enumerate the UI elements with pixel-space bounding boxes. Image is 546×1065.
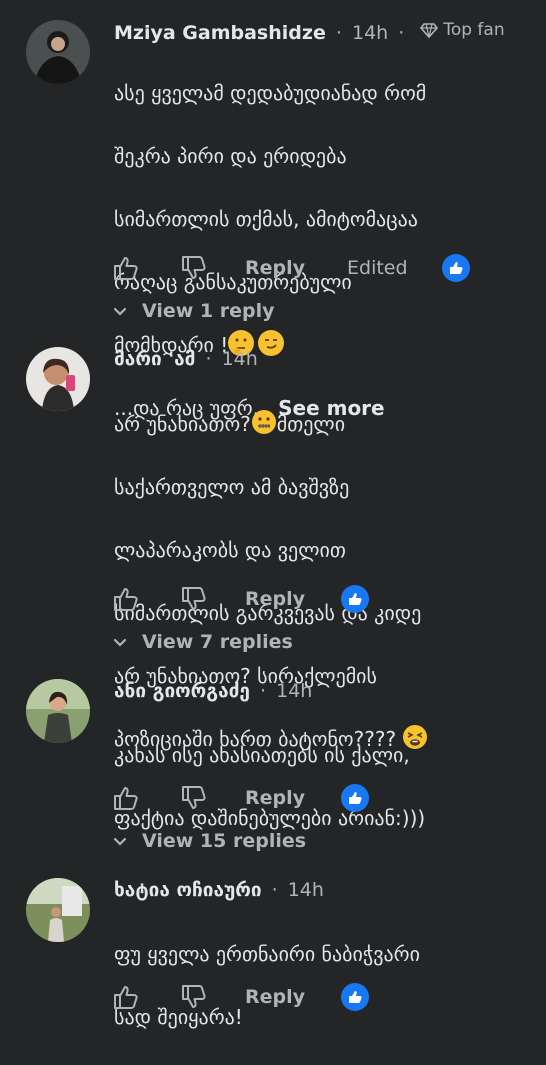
thumbs-down-icon[interactable] — [180, 784, 208, 812]
comment-header: ხატია ოჩიაური · 14h — [114, 879, 324, 901]
reply-button[interactable]: Reply — [245, 787, 305, 809]
timestamp[interactable]: 14h — [288, 879, 324, 901]
thumbs-down-icon[interactable] — [180, 983, 208, 1011]
like-reaction-icon[interactable] — [442, 254, 470, 282]
author-name[interactable]: ხატია ოჩიაური — [114, 879, 262, 901]
comment-actions: Reply — [112, 583, 305, 615]
thumbs-down-icon[interactable] — [180, 585, 208, 613]
thumbs-up-icon[interactable] — [112, 254, 140, 282]
reply-button[interactable]: Reply — [245, 588, 305, 610]
timestamp[interactable]: 14h — [352, 22, 388, 44]
thumbs-up-icon[interactable] — [112, 983, 140, 1011]
like-reaction-icon[interactable] — [341, 983, 369, 1011]
reply-button[interactable]: Reply — [245, 257, 305, 279]
author-name[interactable]: ანი გიორგაძე — [114, 680, 250, 702]
like-reaction-icon[interactable] — [341, 784, 369, 812]
view-replies-link[interactable]: View 15 replies — [112, 830, 306, 852]
zipper-mouth-emoji-icon — [251, 409, 277, 435]
thumbs-up-icon[interactable] — [112, 585, 140, 613]
diamond-icon — [420, 23, 439, 39]
chevron-down-icon — [113, 837, 127, 846]
comment-actions: Reply — [112, 981, 305, 1013]
edited-label: Edited — [347, 257, 408, 279]
chevron-down-icon — [113, 638, 127, 647]
avatar[interactable] — [26, 20, 90, 84]
view-replies-link[interactable]: View 1 reply — [112, 300, 275, 322]
view-replies-link[interactable]: View 7 replies — [112, 631, 293, 653]
thumbs-down-icon[interactable] — [180, 254, 208, 282]
top-fan-badge: Top fan — [420, 20, 505, 40]
avatar[interactable] — [26, 878, 90, 942]
comment-actions: Reply Edited — [112, 252, 408, 284]
author-name[interactable]: მარი 'ამ — [114, 348, 195, 370]
timestamp[interactable]: 14h — [222, 348, 258, 370]
comment-header: ანი გიორგაძე · 14h — [114, 680, 313, 702]
comment-header: მარი 'ამ · 14h — [114, 348, 258, 370]
like-reaction-icon[interactable] — [341, 585, 369, 613]
chevron-down-icon — [113, 307, 127, 316]
badge-label: Top fan — [443, 20, 505, 40]
timestamp[interactable]: 14h — [276, 680, 312, 702]
author-name[interactable]: Mziya Gambashidze — [114, 22, 326, 44]
comment-actions: Reply — [112, 782, 305, 814]
avatar[interactable] — [26, 679, 90, 743]
avatar[interactable] — [26, 347, 90, 411]
smirk-emoji-icon — [258, 329, 285, 356]
comment-header: Mziya Gambashidze · 14h · Top fan — [114, 20, 505, 44]
thumbs-up-icon[interactable] — [112, 784, 140, 812]
reply-button[interactable]: Reply — [245, 986, 305, 1008]
